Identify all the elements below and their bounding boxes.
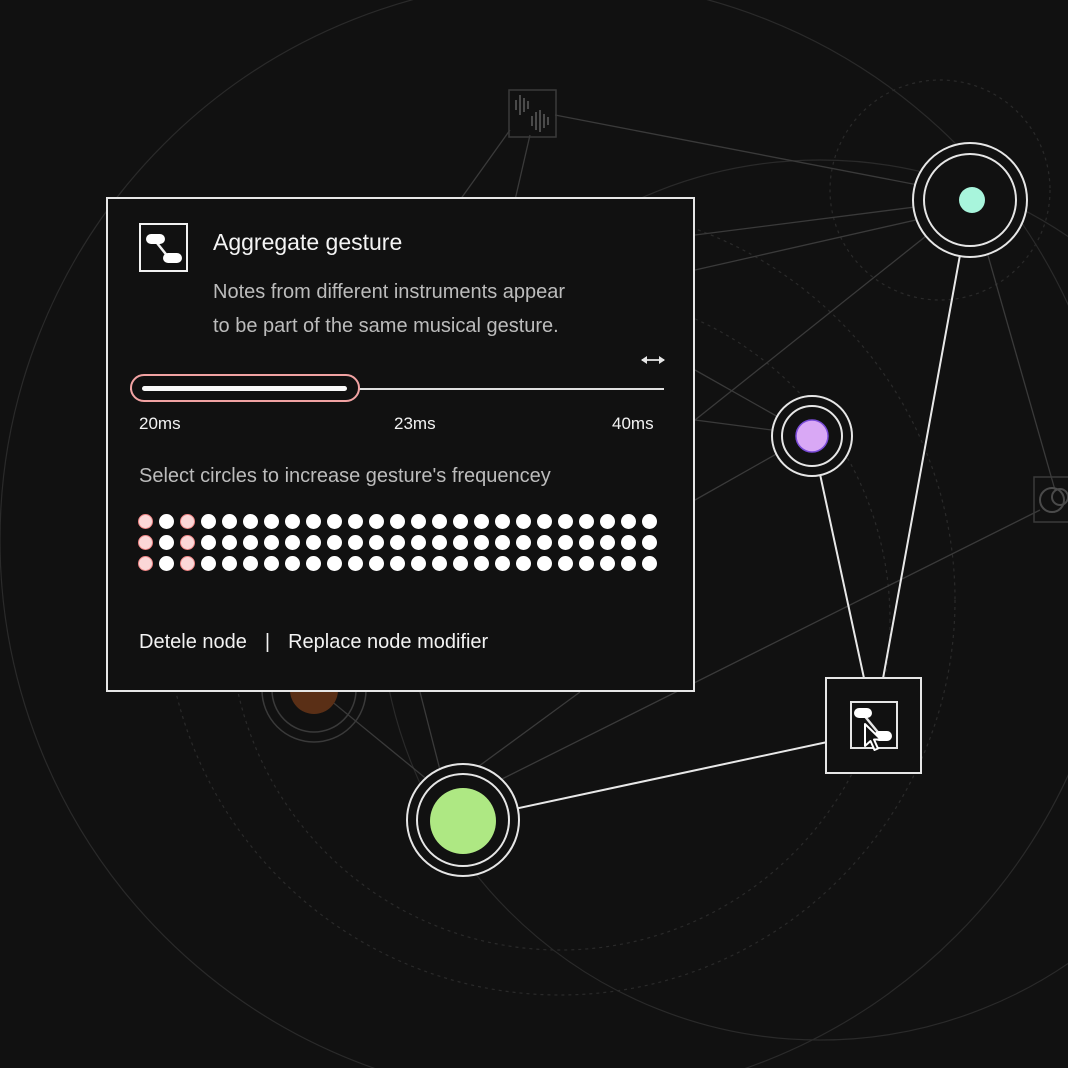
frequency-dot[interactable] bbox=[264, 556, 279, 571]
frequency-dot[interactable] bbox=[600, 556, 615, 571]
waveform-node-icon[interactable] bbox=[508, 89, 557, 138]
action-separator: | bbox=[264, 631, 271, 653]
latency-range-slider[interactable] bbox=[130, 374, 664, 404]
resize-horizontal-icon[interactable] bbox=[638, 351, 668, 369]
frequency-dot[interactable] bbox=[159, 556, 174, 571]
green-instrument-node[interactable] bbox=[406, 763, 520, 877]
slider-fill bbox=[142, 386, 347, 391]
frequency-dot[interactable] bbox=[243, 556, 258, 571]
panel-description: Notes from different instruments appear … bbox=[213, 281, 566, 337]
frequency-dot[interactable] bbox=[348, 514, 363, 529]
frequency-dot[interactable] bbox=[432, 556, 447, 571]
frequency-dot[interactable] bbox=[222, 514, 237, 529]
frequency-dot[interactable] bbox=[642, 535, 657, 550]
frequency-dot[interactable] bbox=[264, 514, 279, 529]
frequency-dot[interactable] bbox=[327, 556, 342, 571]
frequency-dot[interactable] bbox=[327, 535, 342, 550]
frequency-dot[interactable] bbox=[600, 514, 615, 529]
frequency-dot[interactable] bbox=[411, 535, 426, 550]
teal-instrument-node[interactable] bbox=[912, 142, 1028, 258]
frequency-dot[interactable] bbox=[474, 514, 489, 529]
frequency-dot[interactable] bbox=[432, 535, 447, 550]
frequency-dot[interactable] bbox=[264, 535, 279, 550]
delete-node-button[interactable]: Detele node bbox=[139, 631, 247, 654]
frequency-dot[interactable] bbox=[348, 535, 363, 550]
frequency-dot[interactable] bbox=[621, 556, 636, 571]
frequency-dot[interactable] bbox=[537, 514, 552, 529]
frequency-dot[interactable] bbox=[180, 556, 195, 571]
frequency-dot[interactable] bbox=[537, 535, 552, 550]
frequency-dot[interactable] bbox=[285, 556, 300, 571]
frequency-dot[interactable] bbox=[642, 556, 657, 571]
frequency-dot[interactable] bbox=[579, 514, 594, 529]
frequency-dot[interactable] bbox=[180, 514, 195, 529]
frequency-dot[interactable] bbox=[306, 535, 321, 550]
frequency-dot[interactable] bbox=[411, 514, 426, 529]
frequency-dot[interactable] bbox=[432, 514, 447, 529]
overlap-node-icon[interactable] bbox=[1033, 476, 1068, 523]
frequency-dot[interactable] bbox=[201, 535, 216, 550]
slider-max-label: 40ms bbox=[612, 414, 654, 433]
frequency-dot[interactable] bbox=[390, 535, 405, 550]
frequency-dot[interactable] bbox=[138, 535, 153, 550]
frequency-dot[interactable] bbox=[369, 556, 384, 571]
frequency-dot[interactable] bbox=[558, 535, 573, 550]
frequency-dot[interactable] bbox=[558, 514, 573, 529]
frequency-dot[interactable] bbox=[474, 556, 489, 571]
frequency-dot[interactable] bbox=[558, 556, 573, 571]
frequency-dot[interactable] bbox=[621, 535, 636, 550]
slider-value-label: 23ms bbox=[394, 414, 436, 433]
frequency-dot[interactable] bbox=[516, 556, 531, 571]
frequency-dot[interactable] bbox=[642, 514, 657, 529]
frequency-dot[interactable] bbox=[243, 535, 258, 550]
frequency-dot[interactable] bbox=[285, 535, 300, 550]
frequency-dot[interactable] bbox=[621, 514, 636, 529]
frequency-dot[interactable] bbox=[180, 535, 195, 550]
frequency-dot[interactable] bbox=[243, 514, 258, 529]
frequency-dot[interactable] bbox=[453, 514, 468, 529]
aggregate-gesture-icon bbox=[139, 223, 188, 272]
frequency-dot[interactable] bbox=[390, 514, 405, 529]
frequency-dot[interactable] bbox=[369, 535, 384, 550]
frequency-dot[interactable] bbox=[390, 556, 405, 571]
frequency-dot[interactable] bbox=[159, 514, 174, 529]
frequency-dot[interactable] bbox=[138, 514, 153, 529]
pointer-cursor-icon bbox=[864, 723, 882, 751]
slider-min-label: 20ms bbox=[139, 414, 181, 433]
frequency-dot[interactable] bbox=[453, 535, 468, 550]
frequency-dot[interactable] bbox=[579, 535, 594, 550]
frequency-dot[interactable] bbox=[285, 514, 300, 529]
panel-actions: Detele node | Replace node modifier bbox=[139, 631, 488, 654]
frequency-dot[interactable] bbox=[495, 556, 510, 571]
frequency-dot[interactable] bbox=[537, 556, 552, 571]
frequency-dot[interactable] bbox=[474, 535, 489, 550]
frequency-dot[interactable] bbox=[516, 514, 531, 529]
gesture-detail-panel: Aggregate gesture Notes from different i… bbox=[106, 197, 695, 692]
frequency-dot[interactable] bbox=[516, 535, 531, 550]
panel-title: Aggregate gesture bbox=[213, 229, 403, 255]
frequency-dot[interactable] bbox=[369, 514, 384, 529]
frequency-dot[interactable] bbox=[201, 556, 216, 571]
purple-instrument-node[interactable] bbox=[771, 395, 853, 477]
frequency-dot[interactable] bbox=[222, 535, 237, 550]
frequency-dot[interactable] bbox=[159, 535, 174, 550]
frequency-dot[interactable] bbox=[453, 556, 468, 571]
frequency-dot-grid bbox=[138, 514, 668, 574]
frequency-dot[interactable] bbox=[579, 556, 594, 571]
frequency-dot[interactable] bbox=[327, 514, 342, 529]
frequency-dot[interactable] bbox=[495, 514, 510, 529]
frequency-dot[interactable] bbox=[600, 535, 615, 550]
frequency-dot[interactable] bbox=[495, 535, 510, 550]
frequency-instruction: Select circles to increase gesture's fre… bbox=[139, 465, 551, 487]
frequency-dot[interactable] bbox=[201, 514, 216, 529]
frequency-dot[interactable] bbox=[348, 556, 363, 571]
frequency-dot[interactable] bbox=[222, 556, 237, 571]
replace-node-modifier-button[interactable]: Replace node modifier bbox=[288, 631, 488, 654]
frequency-dot[interactable] bbox=[138, 556, 153, 571]
frequency-dot[interactable] bbox=[306, 514, 321, 529]
frequency-dot[interactable] bbox=[306, 556, 321, 571]
frequency-dot[interactable] bbox=[411, 556, 426, 571]
slider-selected-range[interactable] bbox=[130, 374, 360, 402]
